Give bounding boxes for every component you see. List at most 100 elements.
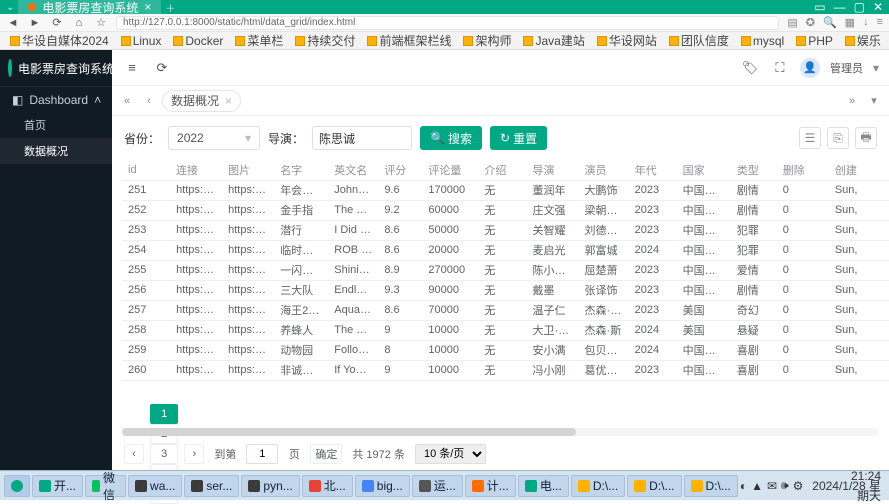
clock[interactable]: 21:24 2024/1/28 星期天: [807, 471, 881, 501]
taskbar-task[interactable]: big...: [355, 475, 410, 497]
taskbar-task[interactable]: 运...: [412, 475, 463, 497]
feed-icon[interactable]: ▤: [787, 16, 797, 29]
table-row[interactable]: 256https://pi...https://p...三大队Endless .…: [122, 280, 889, 300]
column-header[interactable]: 图片: [222, 160, 274, 180]
refresh-icon[interactable]: ⟳: [152, 58, 172, 78]
taskbar-task[interactable]: 计...: [465, 475, 516, 497]
page-number[interactable]: 3: [150, 444, 178, 464]
search-icon[interactable]: 🔍: [823, 16, 837, 29]
search-button[interactable]: 🔍 搜索: [420, 126, 482, 150]
table-row[interactable]: 257https://pi...https://p...海王2：...Aquam…: [122, 300, 889, 320]
taskbar-task[interactable]: 微信: [85, 475, 126, 497]
tabs-back-icon[interactable]: ‹: [140, 92, 158, 110]
taskbar-task[interactable]: 电...: [518, 475, 569, 497]
menu-icon[interactable]: ≡: [877, 16, 883, 29]
table-row[interactable]: 254https://pi...https://p...临时劫案ROB N ..…: [122, 240, 889, 260]
nav-forward-icon[interactable]: ►: [28, 16, 42, 30]
column-header[interactable]: 导演: [526, 160, 578, 180]
goto-input[interactable]: [246, 444, 278, 464]
taskbar-task[interactable]: D:\...: [571, 475, 625, 497]
table-row[interactable]: 259https://pi...https://p...动物园Follow B.…: [122, 340, 889, 360]
bookmark-item[interactable]: 娱乐: [841, 31, 885, 50]
sidebar-item[interactable]: 数据概况: [0, 138, 112, 164]
tray-icon[interactable]: ◐: [740, 479, 747, 493]
tabs-more-icon[interactable]: ▾: [865, 92, 883, 110]
close-tab-icon[interactable]: ×: [225, 94, 232, 108]
per-page-select[interactable]: 10 条/页: [415, 444, 486, 464]
window-minimize-icon[interactable]: —: [834, 0, 846, 14]
table-row[interactable]: 252https://pi...https://p...金手指The Gol..…: [122, 200, 889, 220]
grid-icon[interactable]: ▦: [845, 16, 855, 29]
table-row[interactable]: 258https://pi...https://p...养蜂人The Bee..…: [122, 320, 889, 340]
column-header[interactable]: 介绍: [478, 160, 526, 180]
column-header[interactable]: 评分: [378, 160, 422, 180]
url-input[interactable]: http://127.0.0.1:8000/static/html/data_g…: [116, 16, 779, 30]
new-tab-icon[interactable]: ＋: [165, 0, 175, 15]
column-header[interactable]: 国家: [677, 160, 731, 180]
window-close-icon[interactable]: ✕: [873, 0, 883, 14]
taskbar-task[interactable]: D:\...: [684, 475, 738, 497]
window-settings-icon[interactable]: ▭: [814, 0, 825, 14]
export-icon[interactable]: ⎘: [827, 127, 849, 149]
bookmark-item[interactable]: Docker: [169, 33, 227, 49]
bookmark-item[interactable]: 团队信度: [665, 31, 733, 50]
bookmark-item[interactable]: 架构师: [459, 31, 515, 50]
column-header[interactable]: 演员: [579, 160, 629, 180]
table-row[interactable]: 251https://pi...https://p...年会不...Johnny…: [122, 180, 889, 200]
columns-icon[interactable]: ☰: [799, 127, 821, 149]
page-prev[interactable]: ‹: [124, 444, 144, 464]
window-maximize-icon[interactable]: ▢: [854, 0, 865, 14]
taskbar-task[interactable]: 北...: [302, 475, 353, 497]
nav-star-icon[interactable]: ☆: [94, 16, 108, 30]
sidebar-item[interactable]: 首页: [0, 112, 112, 138]
tabs-home-icon[interactable]: «: [118, 92, 136, 110]
content-tab[interactable]: 数据概况 ×: [162, 90, 241, 112]
taskbar-task[interactable]: D:\...: [627, 475, 681, 497]
goto-confirm-button[interactable]: 确定: [310, 444, 342, 464]
tag-icon[interactable]: 🏷: [740, 58, 760, 78]
bookmark-item[interactable]: mysql: [737, 33, 788, 49]
column-header[interactable]: id: [122, 160, 170, 180]
page-next[interactable]: ›: [184, 444, 204, 464]
tray-icon[interactable]: ▲: [751, 479, 763, 493]
close-tab-icon[interactable]: ×: [144, 0, 151, 14]
column-header[interactable]: 创建: [829, 160, 889, 180]
taskbar-task[interactable]: wa...: [128, 475, 182, 497]
tray-icon[interactable]: ⚙: [793, 479, 804, 493]
reset-button[interactable]: ↻ 重置: [490, 126, 547, 150]
taskbar-task[interactable]: ser...: [184, 475, 239, 497]
table-row[interactable]: 260https://pi...https://p...非诚勿扰3If You …: [122, 360, 889, 380]
bookmark-item[interactable]: PHP: [792, 33, 837, 49]
nav-home-icon[interactable]: ⌂: [72, 16, 86, 30]
print-icon[interactable]: 🖶: [855, 127, 877, 149]
bookmark-item[interactable]: 菜单栏: [231, 31, 287, 50]
bookmark-item[interactable]: Linux: [117, 33, 166, 49]
bookmark-item[interactable]: 前端框架栏线: [363, 31, 455, 50]
bookmark-item[interactable]: Java建站: [519, 31, 588, 50]
download-icon[interactable]: ↓: [863, 16, 869, 29]
bookmark-item[interactable]: 持续交付: [291, 31, 359, 50]
tab-dropdown-icon[interactable]: ⌄: [6, 2, 14, 13]
start-button[interactable]: [4, 475, 30, 497]
sidebar-dashboard[interactable]: ◧ Dashboard ˄: [0, 86, 112, 112]
avatar[interactable]: 👤: [800, 58, 820, 78]
column-header[interactable]: 年代: [629, 160, 677, 180]
taskbar-task[interactable]: pyn...: [241, 475, 299, 497]
column-header[interactable]: 英文名: [328, 160, 378, 180]
bookmark-item[interactable]: 华设网站: [593, 31, 661, 50]
taskbar-task[interactable]: 开...: [32, 475, 83, 497]
director-input[interactable]: [312, 126, 412, 150]
table-row[interactable]: 253https://pi...https://p...潜行I Did It .…: [122, 220, 889, 240]
nav-back-icon[interactable]: ◄: [6, 16, 20, 30]
horizontal-scrollbar[interactable]: [122, 428, 879, 436]
browser-tab[interactable]: 电影票房查询系统 ×: [18, 0, 161, 17]
column-header[interactable]: 类型: [731, 160, 777, 180]
fullscreen-icon[interactable]: ⛶: [770, 58, 790, 78]
collapse-sidebar-icon[interactable]: ≡: [122, 58, 142, 78]
column-header[interactable]: 连接: [170, 160, 222, 180]
tabs-forward-icon[interactable]: »: [843, 92, 861, 110]
shield-icon[interactable]: ✪: [806, 16, 815, 29]
bookmark-item[interactable]: 华设自媒体2024: [6, 31, 113, 50]
year-select[interactable]: 2022 ▾: [168, 126, 260, 150]
tray-icon[interactable]: ✉: [767, 479, 777, 493]
